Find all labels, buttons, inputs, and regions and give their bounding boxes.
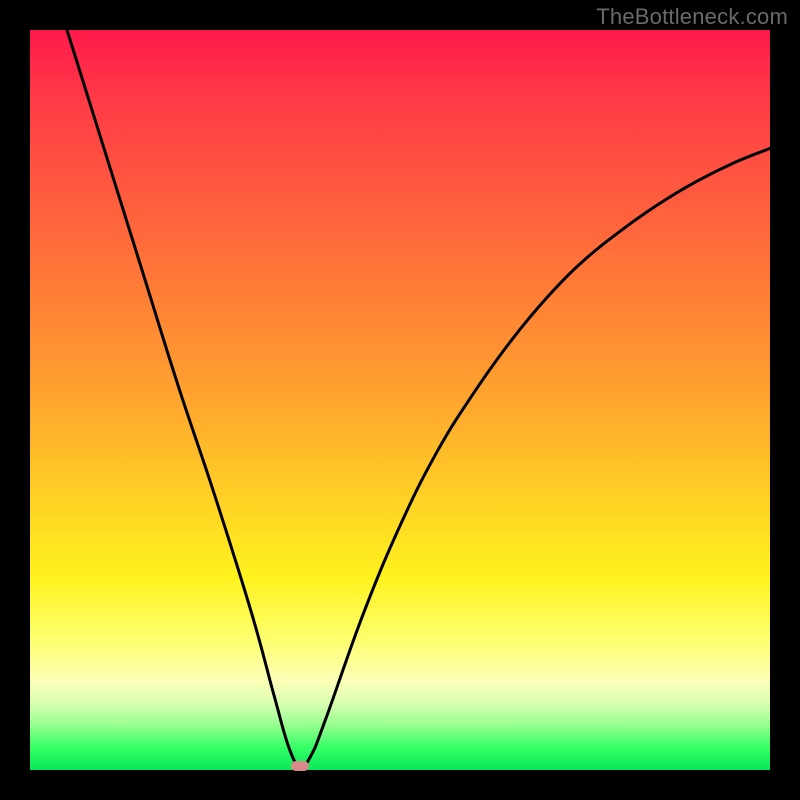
bottleneck-curve [67, 30, 770, 767]
curve-svg [30, 30, 770, 770]
optimum-marker [291, 761, 309, 771]
chart-frame: TheBottleneck.com [0, 0, 800, 800]
plot-area [30, 30, 770, 770]
watermark-text: TheBottleneck.com [596, 4, 788, 30]
